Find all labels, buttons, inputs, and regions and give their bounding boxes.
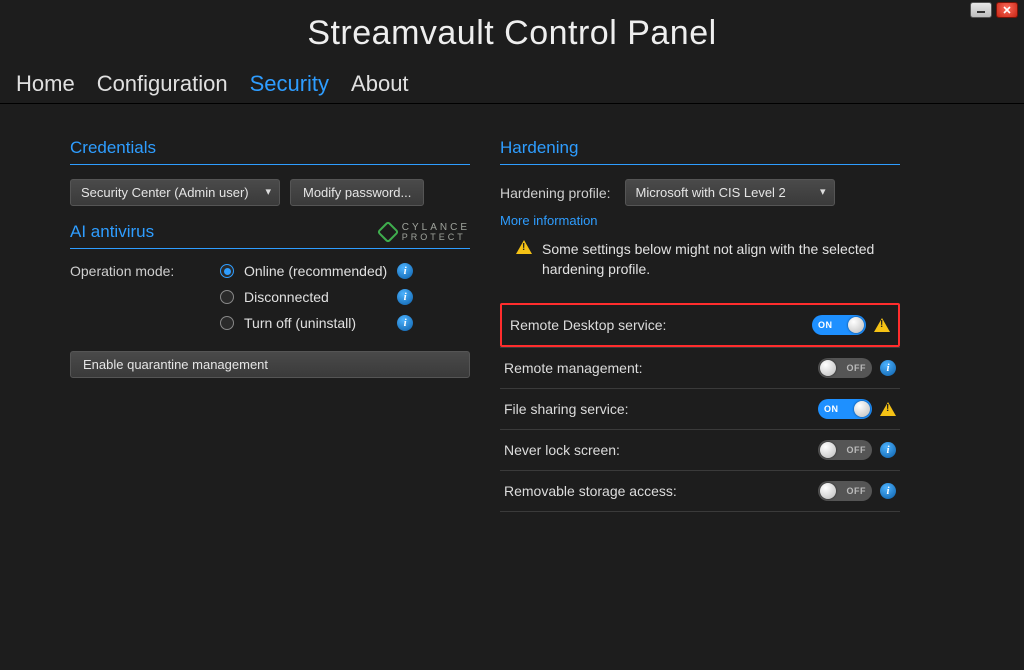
hardening-profile-select[interactable]: Microsoft with CIS Level 2 [625, 179, 835, 206]
radio-turn-off[interactable]: Turn off (uninstall) i [220, 315, 413, 331]
toggle-knob [820, 442, 836, 458]
hardening-profile-warning-text: Some settings below might not align with… [542, 240, 900, 279]
setting-remote-desktop: Remote Desktop service: ON [506, 309, 894, 341]
nav-configuration[interactable]: Configuration [97, 71, 228, 97]
cylance-line2: PROTECT [402, 233, 470, 242]
toggle-remote-management[interactable]: OFF [818, 358, 872, 378]
hardening-profile-label: Hardening profile: [500, 185, 611, 201]
radio-disconnected-input[interactable] [220, 290, 234, 304]
toggle-never-lock[interactable]: OFF [818, 440, 872, 460]
credentials-heading: Credentials [70, 134, 470, 165]
warning-icon [880, 402, 896, 416]
toggle-remote-desktop[interactable]: ON [812, 315, 866, 335]
hardening-column: Hardening Hardening profile: Microsoft w… [500, 134, 900, 512]
warning-icon [516, 240, 532, 254]
info-icon[interactable]: i [880, 442, 896, 458]
toggle-removable-storage[interactable]: OFF [818, 481, 872, 501]
radio-disconnected[interactable]: Disconnected i [220, 289, 413, 305]
admin-user-select[interactable]: Security Center (Admin user) [70, 179, 280, 206]
operation-mode-group: Online (recommended) i Disconnected i Tu… [220, 263, 413, 331]
radio-online-label: Online (recommended) [244, 263, 387, 279]
info-icon[interactable]: i [880, 483, 896, 499]
credentials-heading-label: Credentials [70, 138, 156, 158]
setting-never-lock: Never lock screen: OFF i [500, 429, 900, 470]
setting-never-lock-label: Never lock screen: [504, 442, 620, 458]
cylance-icon [376, 221, 399, 244]
minimize-button[interactable] [970, 2, 992, 18]
info-icon[interactable]: i [397, 289, 413, 305]
nav-security[interactable]: Security [250, 71, 329, 97]
toggle-off-text: OFF [847, 486, 867, 496]
enable-quarantine-button[interactable]: Enable quarantine management [70, 351, 470, 378]
remote-desktop-highlight: Remote Desktop service: ON [500, 303, 900, 347]
setting-remote-management-label: Remote management: [504, 360, 643, 376]
setting-file-sharing-label: File sharing service: [504, 401, 629, 417]
radio-online-input[interactable] [220, 264, 234, 278]
main-nav: Home Configuration Security About [0, 71, 1024, 104]
toggle-knob [820, 483, 836, 499]
info-icon[interactable]: i [397, 263, 413, 279]
antivirus-heading: AI antivirus CYLANCE PROTECT [70, 218, 470, 249]
operation-mode-label: Operation mode: [70, 263, 210, 279]
hardening-profile-warning: Some settings below might not align with… [516, 240, 900, 279]
toggle-knob [848, 317, 864, 333]
info-icon[interactable]: i [397, 315, 413, 331]
window-controls [970, 2, 1018, 18]
cylance-line1: CYLANCE [402, 223, 470, 233]
nav-home[interactable]: Home [16, 71, 75, 97]
setting-file-sharing: File sharing service: ON [500, 388, 900, 429]
radio-online[interactable]: Online (recommended) i [220, 263, 413, 279]
hardening-heading-label: Hardening [500, 138, 578, 158]
setting-removable-storage-label: Removable storage access: [504, 483, 677, 499]
setting-removable-storage: Removable storage access: OFF i [500, 470, 900, 511]
toggle-file-sharing[interactable]: ON [818, 399, 872, 419]
setting-remote-management: Remote management: OFF i [500, 347, 900, 388]
toggle-on-text: ON [824, 404, 839, 414]
nav-about[interactable]: About [351, 71, 409, 97]
info-icon[interactable]: i [880, 360, 896, 376]
cylance-brand: CYLANCE PROTECT [380, 223, 470, 242]
radio-turn-off-input[interactable] [220, 316, 234, 330]
toggle-off-text: OFF [847, 445, 867, 455]
modify-password-button[interactable]: Modify password... [290, 179, 424, 206]
toggle-knob [820, 360, 836, 376]
radio-disconnected-label: Disconnected [244, 289, 387, 305]
credentials-column: Credentials Security Center (Admin user)… [70, 134, 470, 512]
antivirus-heading-label: AI antivirus [70, 222, 154, 242]
warning-icon [874, 318, 890, 332]
setting-remote-desktop-label: Remote Desktop service: [510, 317, 666, 333]
close-button[interactable] [996, 2, 1018, 18]
radio-turn-off-label: Turn off (uninstall) [244, 315, 387, 331]
hardening-settings-list: Remote management: OFF i File sharing se… [500, 347, 900, 512]
hardening-heading: Hardening [500, 134, 900, 165]
toggle-knob [854, 401, 870, 417]
toggle-on-text: ON [818, 320, 833, 330]
app-title: Streamvault Control Panel [0, 0, 1024, 71]
more-information-link[interactable]: More information [500, 213, 598, 228]
toggle-off-text: OFF [847, 363, 867, 373]
